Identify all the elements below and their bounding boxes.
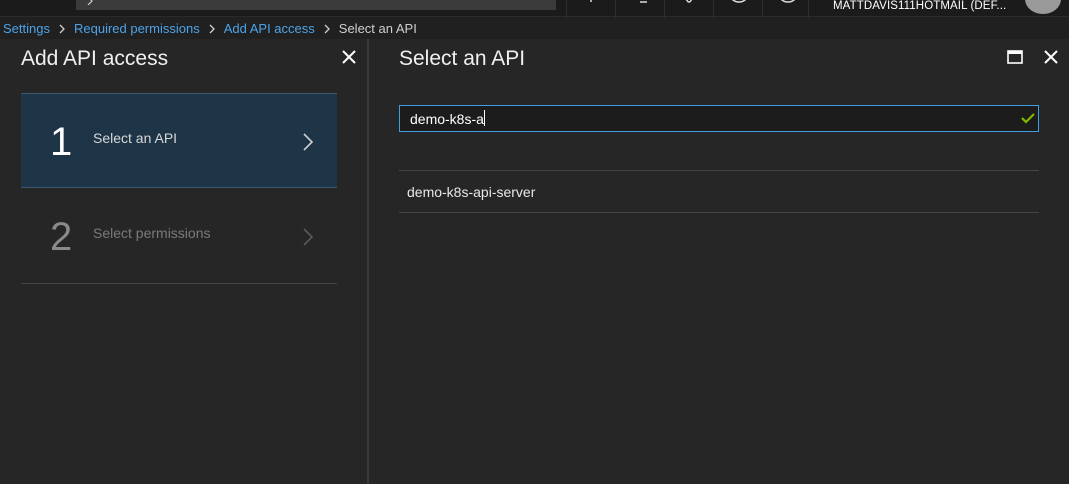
global-search-box[interactable] [76,0,556,10]
top-bar: MATTDAVIS111HOTMAIL (DEF... [0,0,1069,18]
api-name: demo-k8s-api-server [407,183,536,200]
top-icons [566,0,811,18]
step-select-permissions[interactable]: 2 Select permissions [21,189,337,284]
step-select-api[interactable]: 1 Select an API [21,93,337,188]
api-search-input[interactable] [399,105,1039,132]
breadcrumb-required-permissions[interactable]: Required permissions [74,21,200,36]
bell-icon [590,0,592,2]
close-add-api-access-button[interactable] [340,48,358,66]
cloud-shell-button[interactable] [615,0,664,18]
chevron-right-icon [303,228,314,246]
close-icon [1044,50,1058,64]
close-icon [342,50,356,64]
settings-button[interactable] [664,0,713,18]
close-select-an-api-button[interactable] [1042,48,1060,66]
breadcrumb-add-api-access[interactable]: Add API access [224,21,315,36]
step-label: Select permissions [93,225,211,241]
select-an-api-title: Select an API [399,47,526,70]
step-number: 1 [50,120,73,164]
chevron-right-icon [303,133,314,151]
step-label: Select an API [93,130,178,146]
maximize-icon [1007,50,1023,64]
breadcrumb: Settings Required permissions Add API ac… [0,18,1069,39]
checkmark-icon [1021,113,1035,124]
help-button[interactable] [762,0,811,18]
account-name: MATTDAVIS111HOTMAIL (DEF... [833,0,1007,12]
chevron-right-icon [324,24,330,34]
breadcrumb-current: Select an API [338,21,417,36]
smiley-icon [731,0,747,3]
maximize-button[interactable] [1007,50,1023,64]
add-api-access-title: Add API access [21,47,169,70]
step-number: 2 [50,215,73,259]
list-item[interactable]: demo-k8s-api-server [399,170,1039,213]
terminal-icon [640,1,647,3]
text-cursor [484,110,485,126]
avatar[interactable] [1025,0,1061,14]
account-menu[interactable]: MATTDAVIS111HOTMAIL (DEF... [808,0,1069,18]
feedback-button[interactable] [713,0,762,18]
breadcrumb-settings[interactable]: Settings [3,21,50,36]
api-results-list: demo-k8s-api-server [399,170,1039,213]
gear-icon [685,0,693,3]
chevron-right-icon [87,0,93,5]
notifications-button[interactable] [566,0,615,18]
help-icon [780,0,796,3]
chevron-right-icon [209,24,215,34]
chevron-right-icon [59,24,65,34]
